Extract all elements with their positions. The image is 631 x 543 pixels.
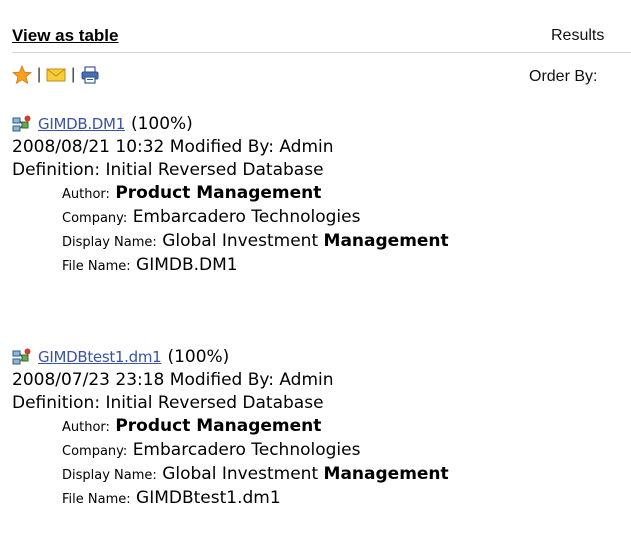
display-name-value-highlight: Management [323, 231, 449, 251]
display-name-label: Display Name: [62, 468, 157, 483]
toolbar-separator: | [37, 66, 42, 83]
results-toolbar: | | [11, 62, 100, 88]
display-name-row: Display Name: Global Investment Manageme… [62, 463, 449, 487]
company-value: Embarcadero Technologies [132, 207, 361, 227]
result-title-link[interactable]: GIMDB.DM1 [38, 113, 125, 136]
definition-text: Definition: Initial Reversed Database [12, 393, 324, 413]
database-model-icon [12, 348, 32, 366]
company-row: Company: Embarcadero Technologies [62, 439, 449, 463]
results-label: Results [551, 27, 605, 44]
display-name-label: Display Name: [62, 235, 157, 250]
toolbar-separator: | [71, 66, 76, 83]
result-title-link[interactable]: GIMDBtest1.dm1 [38, 346, 162, 369]
author-label: Author: [62, 420, 110, 435]
view-as-table-link[interactable]: View as table [12, 26, 118, 46]
author-row: Author: Product Management [62, 415, 449, 439]
author-label: Author: [62, 187, 110, 202]
display-name-value: Global Investment [162, 464, 319, 484]
header-divider [12, 52, 631, 53]
order-by-label: Order By: [529, 68, 598, 85]
display-name-value: Global Investment [162, 231, 319, 251]
database-model-icon [12, 115, 32, 133]
search-result: GIMDBtest1.dm1 (100%) 2008/07/23 23:18 M… [12, 345, 449, 511]
file-name-row: File Name: GIMDB.DM1 [62, 254, 449, 278]
file-name-value: GIMDB.DM1 [136, 255, 238, 275]
company-label: Company: [62, 211, 128, 226]
file-name-label: File Name: [62, 492, 131, 507]
definition-text: Definition: Initial Reversed Database [12, 160, 324, 180]
star-icon[interactable] [11, 64, 33, 85]
mail-icon[interactable] [46, 65, 66, 85]
company-value: Embarcadero Technologies [132, 440, 361, 460]
result-properties: Author: Product Management Company: Emba… [12, 415, 449, 511]
company-label: Company: [62, 444, 128, 459]
result-properties: Author: Product Management Company: Emba… [12, 182, 449, 278]
relevance-percent: (100%) [167, 346, 230, 367]
company-row: Company: Embarcadero Technologies [62, 206, 449, 230]
author-value: Product Management [115, 183, 322, 203]
file-name-row: File Name: GIMDBtest1.dm1 [62, 487, 449, 511]
display-name-row: Display Name: Global Investment Manageme… [62, 230, 449, 254]
file-name-value: GIMDBtest1.dm1 [136, 488, 281, 508]
results-header: View as table Results [12, 26, 631, 52]
file-name-label: File Name: [62, 259, 131, 274]
print-icon[interactable] [80, 65, 100, 85]
author-value: Product Management [115, 416, 322, 436]
author-row: Author: Product Management [62, 182, 449, 206]
relevance-percent: (100%) [130, 113, 193, 134]
search-result: GIMDB.DM1 (100%) 2008/08/21 10:32 Modifi… [12, 112, 449, 278]
modified-info: 2008/07/23 23:18 Modified By: Admin [12, 370, 334, 390]
modified-info: 2008/08/21 10:32 Modified By: Admin [12, 137, 334, 157]
display-name-value-highlight: Management [323, 464, 449, 484]
